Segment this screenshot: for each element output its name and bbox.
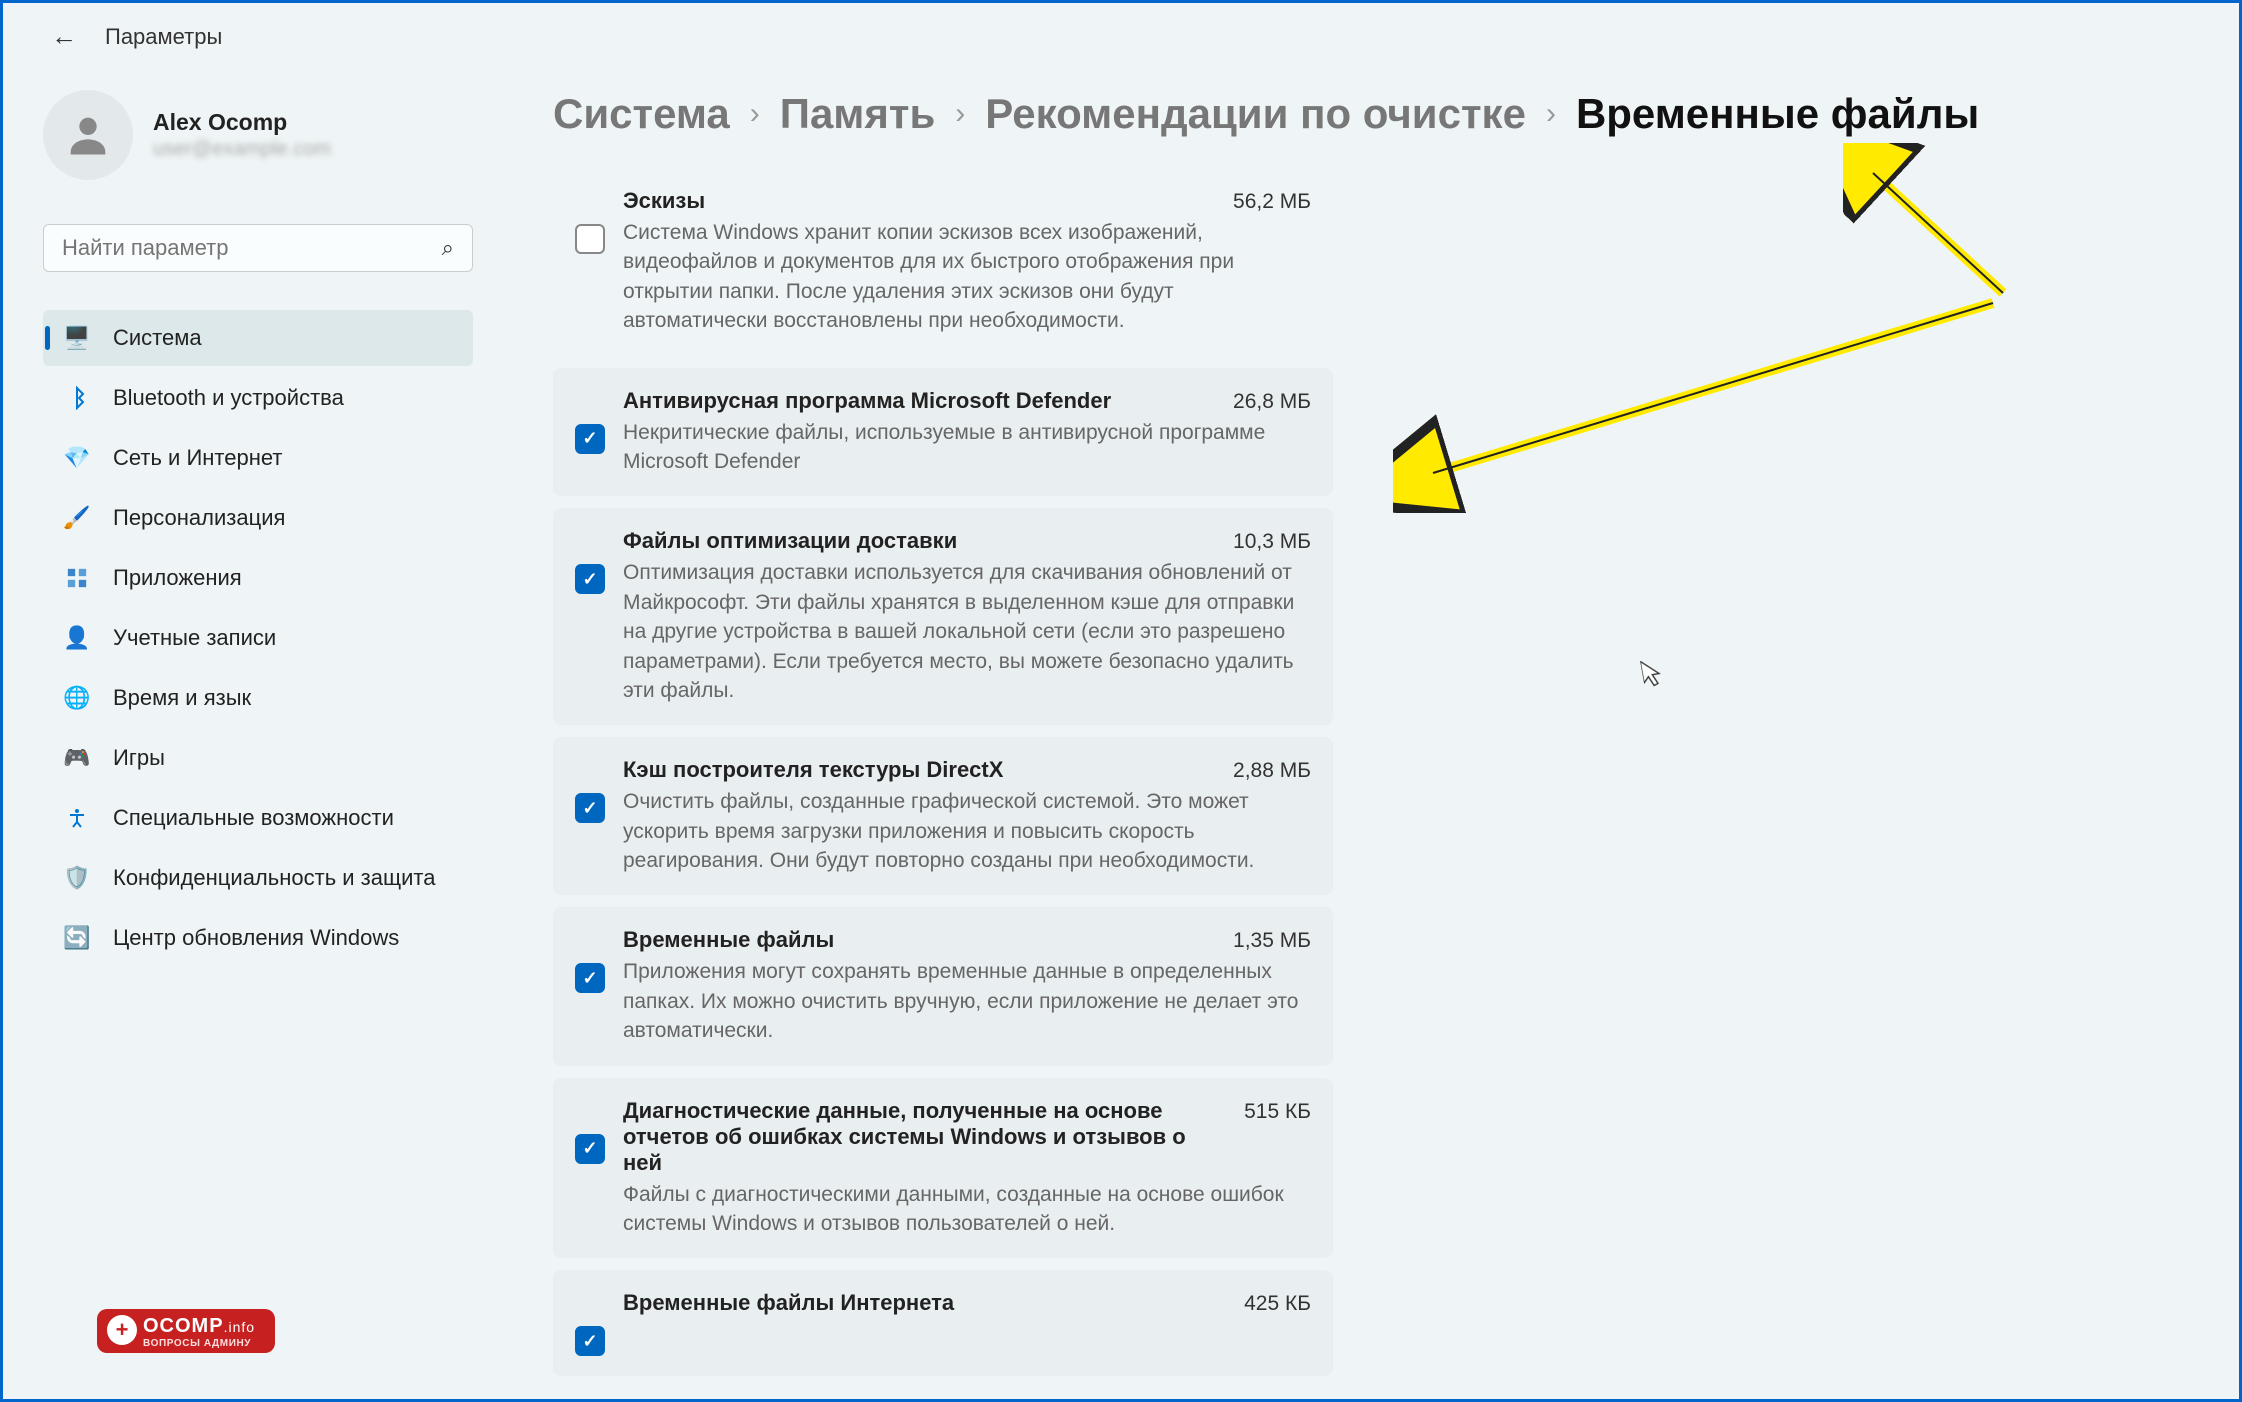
nav-list: 🖥️ Система Bluetooth и устройства 💎 Сеть и И… (43, 310, 473, 966)
nav-icon (63, 384, 91, 412)
search-box[interactable]: ⌕ (43, 224, 473, 272)
main-content: Система › Память › Рекомендации по очистке › В… (513, 70, 2239, 1386)
sidebar-item-0[interactable]: 🖥️ Система (43, 310, 473, 366)
sidebar-item-6[interactable]: 🌐 Время и язык (43, 670, 473, 726)
card-size: 56,2 МБ (1233, 190, 1311, 214)
card-description: Некритические файлы, используемые в анти… (623, 418, 1311, 477)
checkbox[interactable] (575, 424, 605, 454)
nav-label: Специальные возможности (113, 805, 394, 831)
card-size: 515 КБ (1244, 1100, 1311, 1124)
watermark-domain: .info (224, 1319, 255, 1335)
card-title: Кэш построителя текстуры DirectX (623, 757, 1003, 783)
sidebar-item-7[interactable]: 🎮 Игры (43, 730, 473, 786)
checkbox[interactable] (575, 1326, 605, 1356)
user-name: Alex Ocomp (153, 109, 331, 136)
nav-icon (63, 564, 91, 592)
breadcrumb-item[interactable]: Память (780, 90, 936, 138)
cards-list: Эскизы 56,2 МБ Система Windows хранит копи… (553, 168, 1333, 1376)
nav-label: Учетные записи (113, 625, 276, 651)
card-size: 10,3 МБ (1233, 530, 1311, 554)
cleanup-card[interactable]: Эскизы 56,2 МБ Система Windows хранит копи… (553, 168, 1333, 356)
nav-label: Центр обновления Windows (113, 925, 399, 951)
sidebar-item-1[interactable]: Bluetooth и устройства (43, 370, 473, 426)
checkbox[interactable] (575, 963, 605, 993)
header-title: Параметры (105, 24, 222, 50)
nav-icon: 🎮 (63, 744, 91, 772)
nav-icon: 💎 (63, 444, 91, 472)
nav-label: Игры (113, 745, 165, 771)
card-size: 26,8 МБ (1233, 390, 1311, 414)
sidebar: Alex Ocomp user@example.com ⌕ 🖥️ Система B… (3, 70, 513, 1386)
card-title: Временные файлы (623, 927, 834, 953)
card-description: Приложения могут сохранять временные дан… (623, 957, 1311, 1045)
search-icon: ⌕ (442, 235, 454, 261)
card-size: 2,88 МБ (1233, 759, 1311, 783)
nav-label: Система (113, 325, 202, 351)
checkbox[interactable] (575, 224, 605, 254)
card-description: Файлы с диагностическими данными, создан… (623, 1180, 1311, 1239)
card-title: Файлы оптимизации доставки (623, 528, 957, 554)
cleanup-card[interactable]: Кэш построителя текстуры DirectX 2,88 МБ О… (553, 737, 1333, 895)
card-description: Очистить файлы, созданные графической си… (623, 787, 1311, 875)
card-description: Система Windows хранит копии эскизов все… (623, 218, 1311, 336)
checkbox[interactable] (575, 564, 605, 594)
avatar (43, 90, 133, 180)
watermark-tagline: ВОПРОСЫ АДМИНУ (143, 1338, 255, 1349)
nav-icon: 🛡️ (63, 864, 91, 892)
cleanup-card[interactable]: Файлы оптимизации доставки 10,3 МБ Оптимиз… (553, 508, 1333, 725)
card-title: Антивирусная программа Microsoft Defende… (623, 388, 1111, 414)
nav-icon (63, 804, 91, 832)
breadcrumb: Система › Память › Рекомендации по очистке › В… (553, 90, 2199, 138)
nav-label: Время и язык (113, 685, 251, 711)
card-title: Диагностические данные, полученные на ос… (623, 1098, 1228, 1176)
user-block[interactable]: Alex Ocomp user@example.com (43, 90, 473, 180)
chevron-right-icon: › (955, 97, 965, 131)
search-input[interactable] (62, 235, 442, 261)
window-header: ← Параметры (3, 3, 2239, 70)
chevron-right-icon: › (750, 97, 760, 131)
nav-icon: 🖌️ (63, 504, 91, 532)
watermark-badge: + OCOMP.info ВОПРОСЫ АДМИНУ (97, 1309, 275, 1353)
cleanup-card[interactable]: Временные файлы Интернета 425 КБ (553, 1270, 1333, 1376)
nav-icon: 🔄 (63, 924, 91, 952)
nav-icon: 🌐 (63, 684, 91, 712)
card-size: 1,35 МБ (1233, 929, 1311, 953)
plus-icon: + (107, 1315, 137, 1345)
sidebar-item-8[interactable]: Специальные возможности (43, 790, 473, 846)
nav-label: Приложения (113, 565, 242, 591)
sidebar-item-4[interactable]: Приложения (43, 550, 473, 606)
breadcrumb-item[interactable]: Система (553, 90, 730, 138)
sidebar-item-2[interactable]: 💎 Сеть и Интернет (43, 430, 473, 486)
sidebar-item-9[interactable]: 🛡️ Конфиденциальность и защита (43, 850, 473, 906)
cleanup-card[interactable]: Антивирусная программа Microsoft Defende… (553, 368, 1333, 497)
breadcrumb-item: Временные файлы (1576, 90, 1979, 138)
cleanup-card[interactable]: Временные файлы 1,35 МБ Приложения могут с… (553, 907, 1333, 1065)
sidebar-item-5[interactable]: 👤 Учетные записи (43, 610, 473, 666)
card-size: 425 КБ (1244, 1292, 1311, 1316)
watermark-brand: OCOMP (143, 1315, 224, 1337)
breadcrumb-item[interactable]: Рекомендации по очистке (985, 90, 1526, 138)
checkbox[interactable] (575, 793, 605, 823)
cleanup-card[interactable]: Диагностические данные, полученные на ос… (553, 1078, 1333, 1259)
nav-label: Персонализация (113, 505, 285, 531)
nav-icon: 🖥️ (63, 324, 91, 352)
nav-label: Конфиденциальность и защита (113, 865, 435, 891)
card-title: Временные файлы Интернета (623, 1290, 954, 1316)
card-description: Оптимизация доставки используется для ск… (623, 558, 1311, 705)
card-title: Эскизы (623, 188, 705, 214)
nav-label: Сеть и Интернет (113, 445, 282, 471)
chevron-right-icon: › (1546, 97, 1556, 131)
user-email: user@example.com (153, 138, 331, 161)
nav-label: Bluetooth и устройства (113, 385, 344, 411)
back-arrow-icon[interactable]: ← (51, 21, 77, 52)
sidebar-item-10[interactable]: 🔄 Центр обновления Windows (43, 910, 473, 966)
checkbox[interactable] (575, 1134, 605, 1164)
nav-icon: 👤 (63, 624, 91, 652)
sidebar-item-3[interactable]: 🖌️ Персонализация (43, 490, 473, 546)
